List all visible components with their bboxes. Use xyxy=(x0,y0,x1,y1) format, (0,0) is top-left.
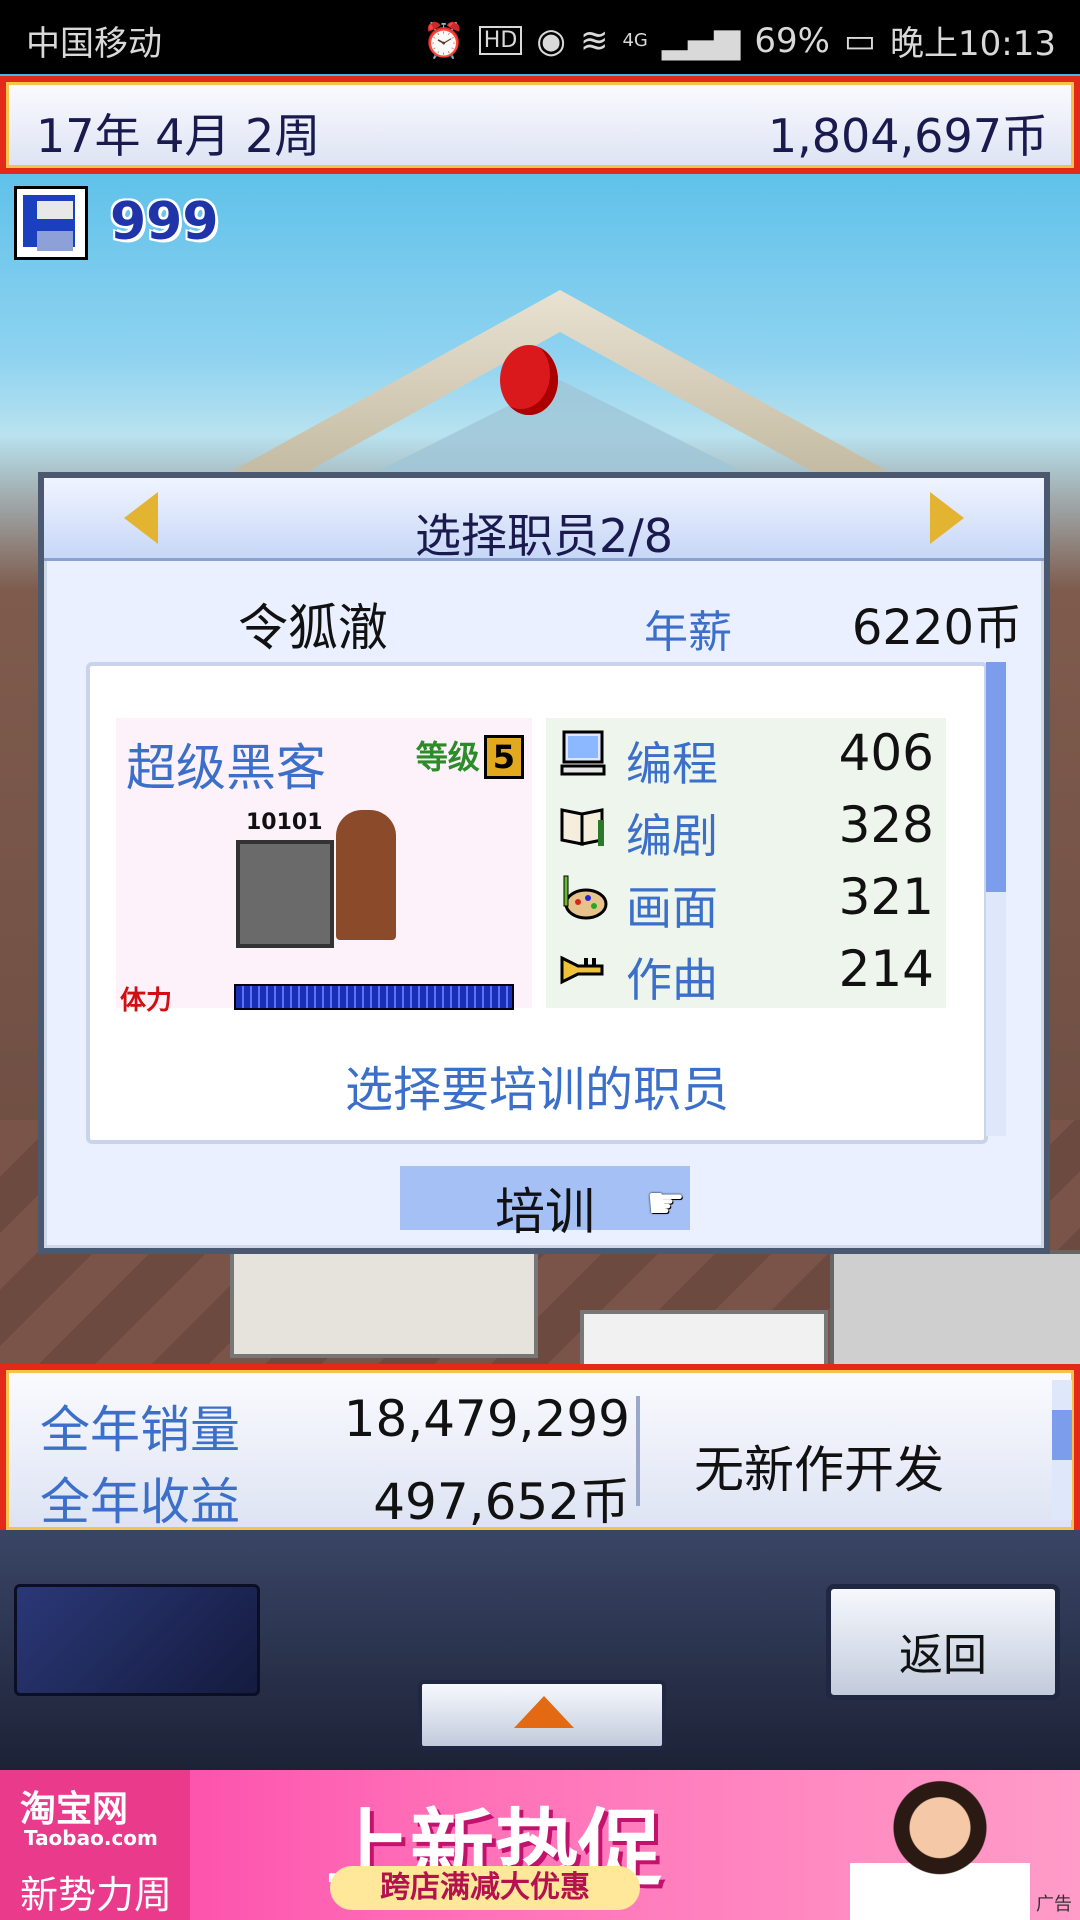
carrier-label: 中国移动 xyxy=(26,24,162,64)
skill-value: 214 xyxy=(838,940,934,998)
disk-label xyxy=(37,201,73,219)
skill-row: 画面 321 xyxy=(546,862,946,935)
network-label: 4G xyxy=(622,30,648,51)
employee-card[interactable]: 超级黑客 等级 5 10101 体力 编程 406 编剧 328 画面 321 … xyxy=(86,662,988,1144)
profile-panel: 超级黑客 等级 5 10101 体力 xyxy=(116,718,532,1016)
taobao-logo: 淘宝网 Taobao.com 新势力周 xyxy=(0,1770,190,1920)
status-icons: ⏰ HD ◉ ≋ 4G ▂▄▆ 69% ▭ 晚上10:13 xyxy=(422,16,1056,65)
back-button-label: 返回 xyxy=(899,1630,987,1681)
top-info-bar: 17年 4月 2周 1,804,697币 xyxy=(0,76,1080,174)
dialog-title: 选择职员2/8 xyxy=(414,509,674,563)
next-arrow-icon[interactable] xyxy=(930,492,964,544)
up-arrow-icon xyxy=(514,1696,574,1728)
select-staff-dialog: 选择职员2/8 令狐澈 年薪 6220币 超级黑客 等级 5 10101 体力 编… xyxy=(38,472,1050,1254)
expand-up-button[interactable] xyxy=(418,1680,666,1750)
battery-label: 69% xyxy=(754,20,830,61)
info-scrollbar[interactable] xyxy=(1052,1380,1072,1520)
ad-promo-pill: 跨店满减大优惠 xyxy=(330,1866,640,1910)
bottom-control-panel: 返回 xyxy=(0,1530,1080,1770)
save-disk-icon[interactable] xyxy=(14,186,88,260)
info-divider xyxy=(636,1396,640,1506)
skill-row: 编剧 328 xyxy=(546,790,946,863)
skill-name: 画面 xyxy=(626,881,718,935)
skill-row: 编程 406 xyxy=(546,718,946,791)
wifi-icon: ≋ xyxy=(579,20,609,61)
employee-name: 令狐澈 xyxy=(238,599,388,657)
ad-brand-en: Taobao.com xyxy=(24,1826,158,1850)
dialog-header: 选择职员2/8 xyxy=(44,478,1044,563)
employee-portrait: 10101 xyxy=(236,810,416,960)
job-title: 超级黑客 xyxy=(126,739,326,797)
clock-label: 晚上10:13 xyxy=(890,24,1056,64)
battery-icon: ▭ xyxy=(843,20,877,61)
game-date: 17年 4月 2周 xyxy=(36,109,321,163)
level-label: 等级 xyxy=(415,738,480,776)
book-icon xyxy=(558,800,608,850)
save-count: 999 xyxy=(110,192,219,252)
stamina-bar xyxy=(234,984,514,1010)
disk-slot xyxy=(37,231,73,251)
ad-banner[interactable]: 淘宝网 Taobao.com 新势力周 上新热促 跨店满减大优惠 广告 xyxy=(0,1770,1080,1920)
stamina-label: 体力 xyxy=(120,986,173,1016)
skill-value: 321 xyxy=(838,868,934,926)
skill-row: 作曲 214 xyxy=(546,934,946,1007)
annual-sales-label: 全年销量 xyxy=(40,1401,240,1459)
ad-brand-sub: 新势力周 xyxy=(20,1873,173,1917)
annual-revenue-label: 全年收益 xyxy=(40,1473,240,1531)
instruction-text: 选择要培训的职员 xyxy=(344,1062,729,1118)
scrollbar-thumb[interactable] xyxy=(986,662,1006,892)
development-status: 无新作开发 xyxy=(694,1441,944,1499)
funds-display: 1,804,697币 xyxy=(767,109,1048,163)
ad-brand: 淘宝网 xyxy=(20,1789,129,1830)
trumpet-icon xyxy=(558,944,608,994)
annual-revenue-value: 497,652币 xyxy=(373,1473,630,1531)
computer-icon xyxy=(236,840,334,948)
signal-icon: ▂▄▆ xyxy=(661,20,741,61)
person-icon xyxy=(336,810,396,940)
computer-icon xyxy=(558,728,608,778)
hd-icon: HD xyxy=(478,26,523,55)
skill-value: 406 xyxy=(838,724,934,782)
level-badge: 等级 5 xyxy=(416,732,524,779)
palette-icon xyxy=(558,872,608,922)
pointing-hand-icon: ☛ xyxy=(646,1178,686,1229)
ad-tag: 广告 xyxy=(1036,1894,1072,1915)
menu-button[interactable] xyxy=(14,1584,260,1696)
ad-model-image xyxy=(850,1778,1030,1920)
eye-icon: ◉ xyxy=(536,20,566,61)
status-bar: 中国移动 ⏰ HD ◉ ≋ 4G ▂▄▆ 69% ▭ 晚上10:13 xyxy=(0,0,1080,74)
bookshelf xyxy=(830,1250,1080,1368)
skill-name: 作曲 xyxy=(626,953,718,1007)
skills-panel: 编程 406 编剧 328 画面 321 作曲 214 xyxy=(546,718,946,1008)
lantern-decoration xyxy=(500,345,558,415)
level-value: 5 xyxy=(483,735,524,779)
salary-value: 6220币 xyxy=(851,600,1022,656)
office-desk xyxy=(230,1240,538,1358)
scrollbar-thumb[interactable] xyxy=(1052,1410,1072,1460)
skill-name: 编程 xyxy=(626,737,718,791)
salary-label: 年薪 xyxy=(644,607,732,658)
annual-sales-value: 18,479,299 xyxy=(343,1390,630,1448)
portrait-code: 10101 xyxy=(246,810,323,835)
bottom-info-bar: 全年销量 18,479,299 全年收益 497,652币 无新作开发 xyxy=(0,1364,1080,1536)
disk-body xyxy=(23,195,75,251)
skill-name: 编剧 xyxy=(626,809,718,863)
back-button[interactable]: 返回 xyxy=(826,1584,1060,1700)
card-scrollbar[interactable] xyxy=(986,662,1006,1136)
skill-value: 328 xyxy=(838,796,934,854)
alarm-icon: ⏰ xyxy=(422,20,465,61)
